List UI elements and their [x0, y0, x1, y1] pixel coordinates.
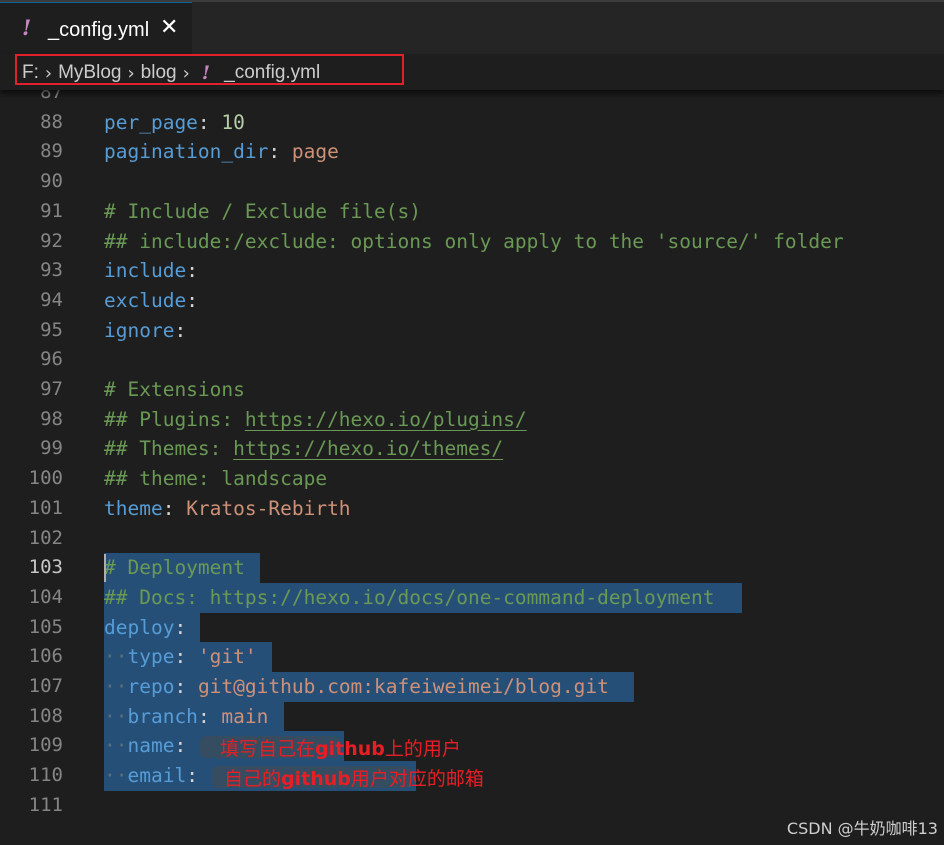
code-line: 91 # Include / Exclude file(s): [0, 197, 944, 227]
yaml-key: pagination_dir: [104, 140, 269, 164]
comment: ## include:/exclude: options only apply …: [104, 229, 844, 253]
line-number: 100: [28, 467, 63, 490]
line-number: 96: [40, 348, 63, 371]
code-line: 98 ## Plugins: https://hexo.io/plugins/: [0, 405, 944, 435]
line-number: 89: [40, 140, 63, 163]
line-number: 88: [40, 110, 63, 133]
yaml-key: per_page: [104, 110, 198, 134]
code-line: 101 theme: Kratos-Rebirth: [0, 494, 944, 524]
yaml-value: 'git': [197, 645, 257, 669]
yaml-value: main: [221, 704, 269, 728]
tab-label: _config.yml: [48, 19, 150, 41]
code-line: 100 ## theme: landscape: [0, 464, 944, 494]
line-number: 93: [40, 259, 63, 282]
code-line: 94 exclude:: [0, 286, 944, 316]
breadcrumb-drive[interactable]: F:: [22, 62, 39, 84]
yaml-key: include: [104, 259, 187, 283]
comment-link[interactable]: https://hexo.io/themes/: [233, 437, 503, 460]
yaml-key: theme: [104, 496, 163, 520]
code-line: 107 ··repo: git@github.com:kafeiweimei/b…: [0, 672, 944, 702]
chevron-right-icon: ›: [44, 62, 53, 84]
line-number: 99: [40, 437, 63, 460]
yaml-key: deploy: [104, 615, 175, 639]
line-number: 104: [28, 585, 63, 608]
yaml-key: repo: [127, 675, 175, 698]
line-number: 105: [28, 615, 63, 638]
code-line: 92 ## include:/exclude: options only app…: [0, 227, 944, 257]
close-icon[interactable]: ✕: [160, 15, 178, 40]
comment: ## theme: landscape: [104, 467, 328, 491]
code-line: 99 ## Themes: https://hexo.io/themes/: [0, 434, 944, 464]
line-number: 108: [28, 704, 63, 727]
yaml-key: branch: [127, 704, 198, 728]
comment: ## Plugins:: [104, 407, 245, 431]
line-number: 103: [28, 556, 63, 579]
comment: # Deployment: [104, 556, 245, 580]
yaml-value: page: [291, 140, 339, 164]
annotation-email: 自己的github用户对应的邮箱: [224, 768, 484, 790]
annotation-name: 填写自己在github上的用户: [220, 738, 461, 760]
yaml-value: git@github.com:kafeiweimei/blog.git: [197, 675, 609, 698]
code-line: 89 pagination_dir: page: [0, 137, 944, 167]
code-line: 96: [0, 345, 944, 375]
breadcrumb: F: › MyBlog › blog › ! _config.yml: [0, 54, 944, 90]
code-line: 105 deploy:: [0, 613, 944, 643]
code-line: 90: [0, 167, 944, 197]
breadcrumb-folder-myblog[interactable]: MyBlog: [58, 62, 121, 84]
yaml-key: type: [127, 645, 175, 669]
watermark: CSDN @牛奶咖啡13: [786, 819, 938, 838]
code-line: 106 ··type: 'git': [0, 642, 944, 672]
line-number: 102: [28, 526, 63, 549]
code-line: 104 ## Docs: https://hexo.io/docs/one-co…: [0, 583, 944, 613]
tab-config-yml[interactable]: ! _config.yml ✕: [0, 2, 192, 54]
text-cursor: [104, 554, 106, 582]
line-number: 101: [28, 496, 63, 519]
line-number: 97: [40, 378, 63, 400]
code-line: 93 include:: [0, 256, 944, 286]
yaml-value: 10: [221, 110, 245, 134]
code-line-current: 103 # Deployment: [0, 553, 944, 583]
breadcrumb-file[interactable]: _config.yml: [224, 62, 320, 84]
yaml-key: email: [127, 764, 187, 788]
comment-link[interactable]: https://hexo.io/plugins/: [245, 408, 527, 431]
line-number: 95: [40, 318, 63, 341]
code-line: 88 per_page: 10: [0, 108, 944, 138]
tab-bar: ! _config.yml ✕: [0, 2, 944, 54]
code-line: 95 ignore:: [0, 316, 944, 346]
line-number: 94: [40, 288, 63, 311]
line-number: 111: [28, 793, 63, 816]
comment: ## Docs:: [104, 585, 210, 609]
yaml-file-icon: !: [22, 15, 32, 40]
yaml-key: exclude: [104, 288, 187, 312]
code-line: 102: [0, 524, 944, 554]
yaml-key: name: [127, 734, 175, 758]
comment: # Extensions: [104, 378, 245, 401]
comment: # Include / Exclude file(s): [104, 199, 421, 223]
code-line: 108 ··branch: main: [0, 702, 944, 732]
yaml-file-icon: !: [201, 62, 211, 84]
line-number: 91: [40, 199, 63, 222]
line-number: 110: [28, 764, 63, 787]
line-number: 98: [40, 407, 63, 430]
line-number: 90: [40, 170, 63, 193]
chevron-right-icon: ›: [127, 62, 135, 84]
comment: ## Themes:: [104, 437, 234, 461]
line-number: 107: [28, 675, 63, 697]
comment-link[interactable]: https://hexo.io/docs/one-command-deploym…: [210, 586, 715, 609]
line-number: 92: [40, 229, 63, 252]
chevron-right-icon: ›: [182, 62, 190, 84]
line-number: 109: [28, 734, 63, 757]
code-editor[interactable]: 87 ## Set per_page to 0 to disable pagin…: [0, 78, 944, 845]
yaml-key: ignore: [104, 318, 175, 342]
breadcrumb-folder-blog[interactable]: blog: [141, 62, 177, 84]
code-line: 109 ··name:: [0, 731, 944, 761]
line-number: 106: [28, 645, 63, 668]
yaml-value: Kratos-Rebirth: [186, 496, 351, 520]
code-line: 97 # Extensions: [0, 375, 944, 405]
